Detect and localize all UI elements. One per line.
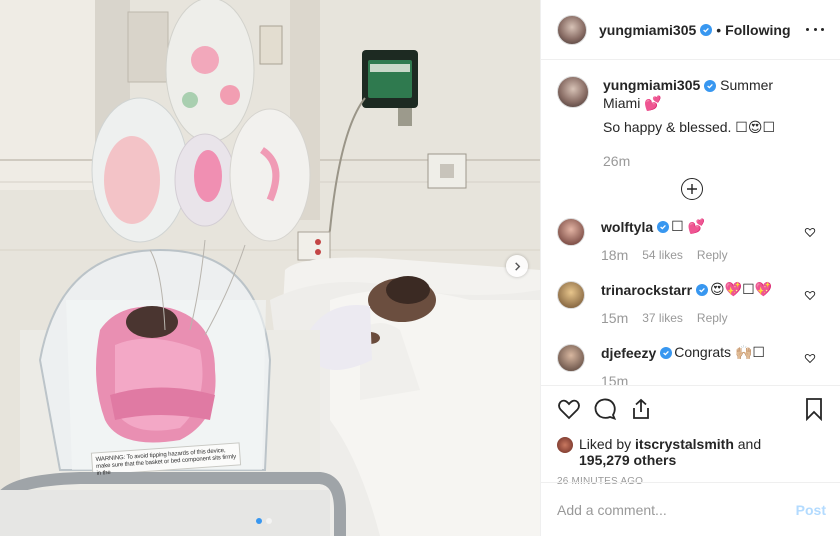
caption-avatar[interactable] xyxy=(557,76,589,108)
comment-like-heart-icon[interactable] xyxy=(804,289,816,301)
post-comment-button[interactable]: Post xyxy=(796,502,826,518)
commenter-avatar[interactable] xyxy=(557,281,585,309)
plus-icon xyxy=(686,184,697,194)
more-options-icon[interactable] xyxy=(806,28,824,31)
reply-button[interactable]: Reply xyxy=(697,248,728,262)
add-comment-input[interactable] xyxy=(557,501,796,518)
verified-badge-icon xyxy=(700,23,713,36)
carousel-dot-active xyxy=(256,518,262,524)
comment-item: trinarockstarr 😍💖☐💖 15m 37 likes Reply xyxy=(557,281,824,326)
comment-like-heart-icon[interactable] xyxy=(804,226,816,238)
comment-time: 15m xyxy=(601,310,629,326)
comment-username[interactable]: trinarockstarr xyxy=(601,282,692,298)
comment-text: 😍💖☐💖 xyxy=(710,281,773,297)
post-photo[interactable]: WARNING: To avoid tipping hazards of thi… xyxy=(0,0,540,536)
carousel-dot xyxy=(266,518,272,524)
caption: yungmiami305 Summer Miami 💕 So happy & b… xyxy=(557,76,824,170)
post-actions: Liked by itscrystalsmith and 195,279 oth… xyxy=(541,385,840,487)
liked-by-prefix: Liked by xyxy=(579,436,632,452)
comment-time: 15m xyxy=(601,373,629,385)
author-username[interactable]: yungmiami305 xyxy=(599,22,696,38)
header-separator: • xyxy=(716,21,722,38)
comment-text: Congrats 🙌🏼☐ xyxy=(674,344,765,360)
post-header: yungmiami305 • Following xyxy=(541,0,840,60)
carousel-dots xyxy=(256,518,272,524)
comment-likes[interactable]: 54 likes xyxy=(642,248,683,262)
comment-item: wolftyla ☐ 💕 18m 54 likes Reply xyxy=(557,218,824,263)
liked-by-and: and xyxy=(737,436,762,452)
post-side-panel: yungmiami305 • Following yungmiami305 Su… xyxy=(540,0,840,536)
comments-section[interactable]: yungmiami305 Summer Miami 💕 So happy & b… xyxy=(541,60,840,385)
commenter-avatar[interactable] xyxy=(557,344,585,372)
comment-item: djefeezy Congrats 🙌🏼☐ 15m xyxy=(557,344,824,385)
share-icon[interactable] xyxy=(629,397,653,421)
chevron-right-icon xyxy=(514,261,520,271)
liker-username[interactable]: itscrystalsmith xyxy=(635,436,734,452)
caption-time: 26m xyxy=(603,153,631,169)
comment-text: ☐ 💕 xyxy=(671,218,705,234)
caption-username[interactable]: yungmiami305 xyxy=(603,77,700,93)
photo-scene xyxy=(0,0,540,536)
likes-count[interactable]: 195,279 others xyxy=(579,452,676,468)
author-avatar[interactable] xyxy=(557,14,587,45)
comment-like-heart-icon[interactable] xyxy=(804,352,816,364)
comment-time: 18m xyxy=(601,247,629,263)
comment-username[interactable]: wolftyla xyxy=(601,219,653,235)
commenter-avatar[interactable] xyxy=(557,218,585,246)
comment-likes[interactable]: 37 likes xyxy=(642,311,683,325)
add-comment-bar: Post xyxy=(541,482,840,536)
comment-bubble-icon[interactable] xyxy=(593,397,617,421)
verified-badge-icon xyxy=(696,283,709,296)
comment-username[interactable]: djefeezy xyxy=(601,345,656,361)
next-photo-button[interactable] xyxy=(506,255,528,277)
verified-badge-icon xyxy=(657,220,670,233)
liker-avatar[interactable] xyxy=(557,437,573,453)
save-bookmark-icon[interactable] xyxy=(802,397,826,421)
caption-text-line2: So happy & blessed. ☐😍☐ xyxy=(603,119,776,135)
verified-badge-icon xyxy=(660,346,673,359)
load-more-comments-button[interactable] xyxy=(680,178,703,200)
following-button[interactable]: Following xyxy=(725,22,790,38)
reply-button[interactable]: Reply xyxy=(697,311,728,325)
verified-badge-icon xyxy=(704,80,717,92)
like-heart-icon[interactable] xyxy=(557,397,581,421)
likes-summary: Liked by itscrystalsmith and 195,279 oth… xyxy=(557,436,826,468)
